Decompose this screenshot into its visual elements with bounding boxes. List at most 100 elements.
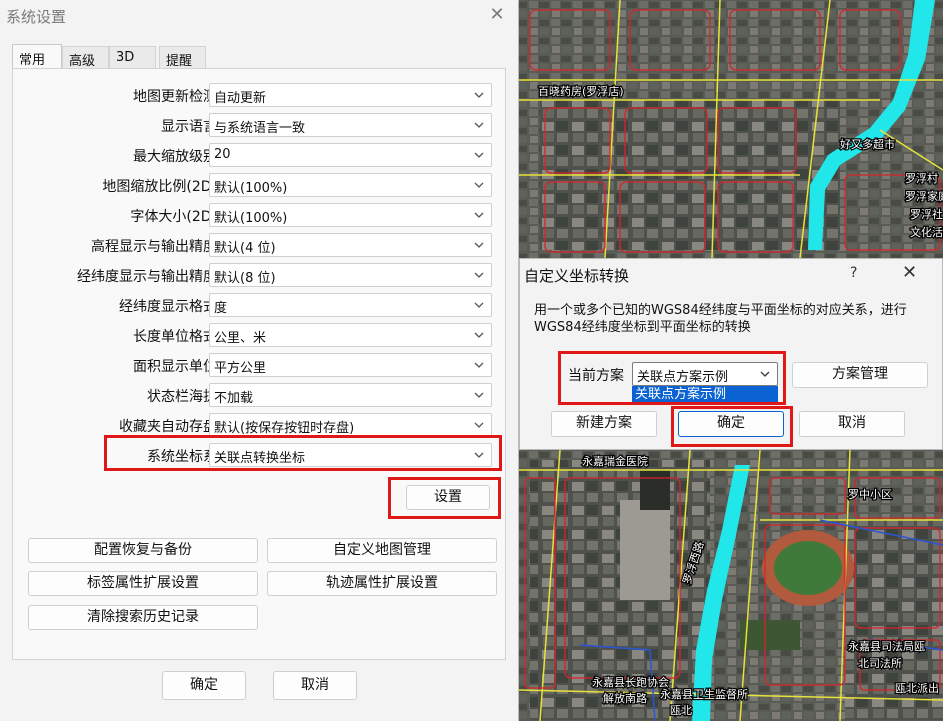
track-attr-extend-button[interactable]: 轨迹属性扩展设置 bbox=[267, 571, 497, 596]
coord-dialog-title: 自定义坐标转换 bbox=[524, 267, 630, 285]
label-attr-extend-button[interactable]: 标签属性扩展设置 bbox=[28, 571, 258, 596]
schema-dropdown-option[interactable]: 关联点方案示例 bbox=[632, 386, 778, 403]
map-label: 解放南路 bbox=[603, 691, 647, 705]
setting-value: 默认(100%) bbox=[214, 211, 288, 226]
setting-label: 面积显示单位 bbox=[133, 359, 217, 375]
setting-label: 最大缩放级别 bbox=[133, 149, 217, 165]
settings-title: 系统设置 bbox=[6, 8, 67, 26]
chevron-down-icon bbox=[474, 152, 484, 158]
setting-value: 度 bbox=[214, 301, 228, 316]
custom-map-manage-button[interactable]: 自定义地图管理 bbox=[267, 538, 497, 563]
setting-select[interactable]: 默认(按保存按钮时存盘) bbox=[209, 413, 492, 437]
setting-value: 默认(100%) bbox=[214, 181, 288, 196]
tab-3d[interactable]: 3D bbox=[109, 46, 156, 68]
current-schema-label: 当前方案 bbox=[568, 368, 624, 384]
setting-row: 状态栏海拔 不加载 bbox=[13, 383, 507, 407]
map-label: 百晓药房(罗浮店) bbox=[538, 84, 624, 98]
setting-label: 收藏夹自动存盘 bbox=[119, 419, 217, 435]
setting-row: 高程显示与输出精度 默认(4 位) bbox=[13, 233, 507, 257]
setting-select[interactable]: 默认(8 位) bbox=[209, 263, 492, 287]
setting-label: 高程显示与输出精度 bbox=[91, 239, 217, 255]
setting-select[interactable]: 20 bbox=[209, 143, 492, 167]
chevron-down-icon bbox=[474, 332, 484, 338]
custom-coordinate-dialog: 自定义坐标转换 ? ✕ 用一个或多个已知的WGS84经纬度与平面坐标的对应关系，… bbox=[519, 258, 943, 450]
chevron-down-icon bbox=[474, 362, 484, 368]
setup-button[interactable]: 设置 bbox=[406, 485, 490, 510]
chevron-down-icon bbox=[474, 182, 484, 188]
coord-cancel-button[interactable]: 取消 bbox=[799, 411, 905, 437]
chevron-down-icon bbox=[474, 302, 484, 308]
coord-dialog-close-icon[interactable]: ✕ bbox=[902, 262, 917, 283]
tab-advanced[interactable]: 高级 bbox=[62, 46, 109, 69]
map-label: 罗中小区 bbox=[848, 488, 892, 501]
setting-label: 地图更新检测 bbox=[133, 89, 217, 105]
settings-panel: 地图更新检测 自动更新 显示语言 与系统语言一致 最大缩放级别 20 地图缩放比例(2D) 默… bbox=[12, 68, 506, 660]
setting-label: 经纬度显示与输出精度 bbox=[77, 269, 217, 285]
setting-select[interactable]: 默认(100%) bbox=[209, 173, 492, 197]
setting-label: 状态栏海拔 bbox=[147, 389, 217, 405]
clear-search-history-button[interactable]: 清除搜索历史记录 bbox=[28, 605, 258, 630]
new-schema-button[interactable]: 新建方案 bbox=[551, 411, 657, 437]
coord-ok-button[interactable]: 确定 bbox=[678, 411, 784, 437]
chevron-down-icon bbox=[474, 422, 484, 428]
setting-select[interactable]: 自动更新 bbox=[209, 83, 492, 107]
settings-window: 系统设置 ✕ 常用 高级 3D 提醒 地图更新检测 自动更新 显示语言 与系统语言一致… bbox=[0, 0, 519, 721]
setting-label: 地图缩放比例(2D) bbox=[102, 179, 217, 195]
chevron-down-icon bbox=[474, 452, 484, 458]
coord-dialog-description: 用一个或多个已知的WGS84经纬度与平面坐标的对应关系，进行WGS84经纬度坐标… bbox=[534, 303, 907, 335]
setting-row: 地图更新检测 自动更新 bbox=[13, 83, 507, 107]
map-label: 永嘉县卫生监督所 bbox=[660, 687, 748, 701]
setting-select[interactable]: 不加载 bbox=[209, 383, 492, 407]
map-label: 罗浮村 bbox=[905, 171, 938, 185]
chevron-down-icon bbox=[474, 122, 484, 128]
setting-value: 默认(按保存按钮时存盘) bbox=[214, 421, 355, 436]
map-label: 文化活 bbox=[910, 225, 943, 239]
setting-row: 显示语言 与系统语言一致 bbox=[13, 113, 507, 137]
setting-row: 地图缩放比例(2D) 默认(100%) bbox=[13, 173, 507, 197]
setting-row: 面积显示单位 平方公里 bbox=[13, 353, 507, 377]
settings-cancel-button[interactable]: 取消 bbox=[273, 671, 357, 700]
setting-value: 默认(8 位) bbox=[214, 271, 276, 286]
current-schema-value: 关联点方案示例 bbox=[637, 370, 729, 385]
setting-value: 与系统语言一致 bbox=[214, 121, 306, 136]
setting-select[interactable]: 默认(4 位) bbox=[209, 233, 492, 257]
chevron-down-icon bbox=[474, 392, 484, 398]
chevron-down-icon bbox=[474, 92, 484, 98]
map-label: 永嘉县长跑协会 bbox=[592, 675, 669, 689]
setting-select[interactable]: 默认(100%) bbox=[209, 203, 492, 227]
map-label: 永嘉瑞金医院 bbox=[582, 454, 648, 468]
setting-select[interactable]: 与系统语言一致 bbox=[209, 113, 492, 137]
chevron-down-icon bbox=[474, 242, 484, 248]
help-icon[interactable]: ? bbox=[850, 265, 857, 281]
map-label: 北司法所 bbox=[858, 656, 902, 670]
setting-select[interactable]: 度 bbox=[209, 293, 492, 317]
setting-row: 经纬度显示格式度 bbox=[13, 293, 507, 317]
settings-titlebar[interactable]: 系统设置 ✕ bbox=[0, 0, 518, 34]
setting-value: 公里、米 bbox=[214, 331, 267, 346]
schema-manage-button[interactable]: 方案管理 bbox=[792, 362, 928, 388]
map-label: 好又多超市 bbox=[840, 137, 895, 151]
setting-row: 字体大小(2D) 默认(100%) bbox=[13, 203, 507, 227]
setting-select[interactable]: 平方公里 bbox=[209, 353, 492, 377]
setting-row: 最大缩放级别 20 bbox=[13, 143, 507, 167]
setting-value: 平方公里 bbox=[214, 361, 267, 376]
setting-select[interactable]: 关联点转换坐标 bbox=[209, 443, 492, 467]
setting-value: 20 bbox=[214, 147, 231, 162]
settings-ok-button[interactable]: 确定 bbox=[162, 671, 246, 700]
setting-value: 不加载 bbox=[214, 391, 254, 406]
map-label: 永嘉县司法局瓯 bbox=[848, 639, 925, 653]
setting-label: 经纬度显示格式 bbox=[119, 299, 217, 315]
setting-row: 收藏夹自动存盘 默认(按保存按钮时存盘) bbox=[13, 413, 507, 437]
tab-common[interactable]: 常用 bbox=[12, 44, 62, 69]
chevron-down-icon bbox=[474, 212, 484, 218]
config-backup-button[interactable]: 配置恢复与备份 bbox=[28, 538, 258, 563]
setting-label: 长度单位格式 bbox=[133, 329, 217, 345]
current-schema-select[interactable]: 关联点方案示例 bbox=[632, 362, 778, 386]
map-label: 罗浮家庭 bbox=[905, 189, 943, 203]
map-label: 瓯北 bbox=[670, 704, 692, 717]
setting-label: 系统坐标系 bbox=[147, 449, 217, 465]
setting-select[interactable]: 公里、米 bbox=[209, 323, 492, 347]
setting-row: 长度单位格式 公里、米 bbox=[13, 323, 507, 347]
tab-reminder[interactable]: 提醒 bbox=[159, 46, 206, 69]
settings-close-icon[interactable]: ✕ bbox=[486, 4, 508, 26]
